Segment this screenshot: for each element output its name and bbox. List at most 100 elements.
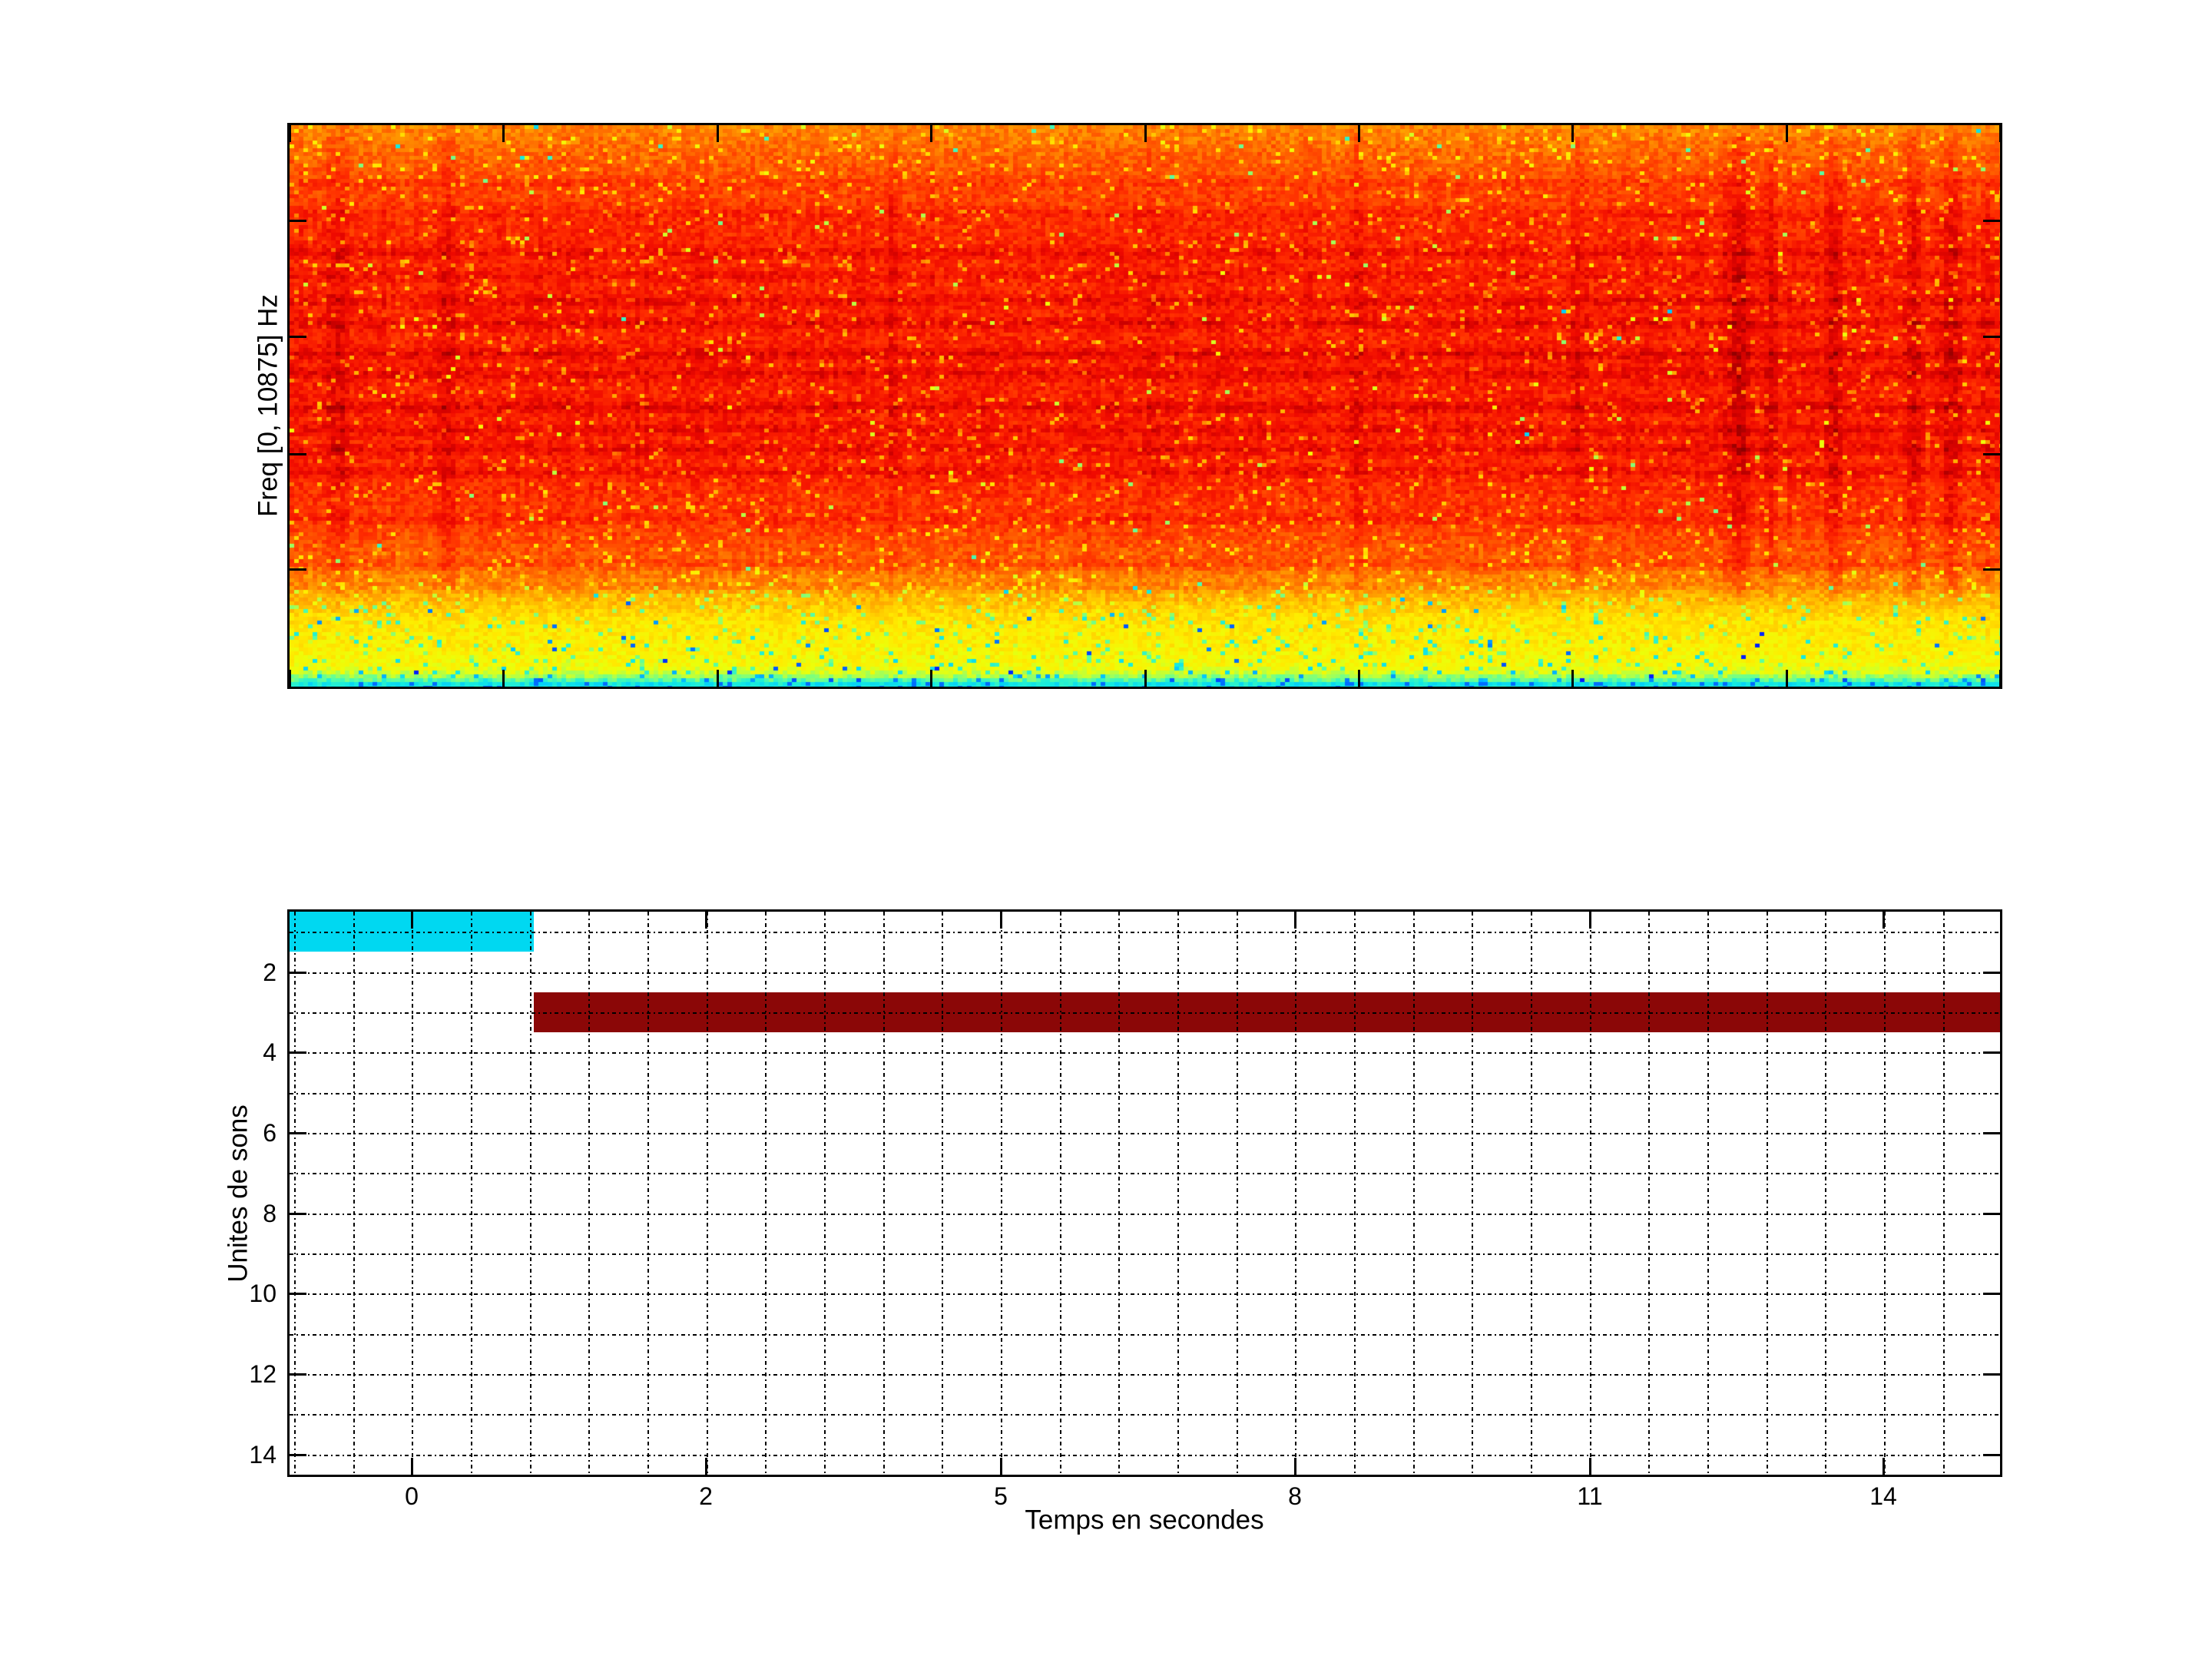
spectrogram-x-tick [1571,125,1574,142]
spectrogram-x-tick [1999,125,2002,142]
timeline-y-tick-label: 4 [263,1038,276,1066]
spectrogram-x-tick [502,125,505,142]
timeline-y-tick-label: 10 [249,1280,276,1307]
timeline-vertical-gridline [1118,912,1120,1475]
timeline-y-tick [1983,1373,2000,1376]
timeline-x-tick [1000,1458,1002,1475]
timeline-y-tick [1983,1132,2000,1134]
timeline-x-tick-label: 8 [1288,1482,1302,1510]
timeline-y-tick [290,972,306,974]
spectrogram-plot [287,123,2002,689]
spectrogram-canvas [290,125,2000,687]
timeline-y-tick [290,1132,306,1134]
timeline-vertical-gridline [1472,912,1473,1475]
timeline-vertical-gridline [707,912,708,1475]
spectrogram-x-tick [1786,670,1788,687]
timeline-vertical-gridline [1295,912,1296,1475]
timeline-x-tick [1294,912,1296,929]
spectrogram-y-tick [290,453,306,455]
timeline-vertical-gridline [1237,912,1238,1475]
timeline-vertical-gridline [294,912,296,1475]
timeline-x-tick [411,1458,413,1475]
timeline-y-tick [290,1373,306,1376]
timeline-vertical-gridline [1707,912,1709,1475]
timeline-y-tick [1983,1454,2000,1456]
timeline-y-tick [290,1454,306,1456]
timeline-vertical-gridline [765,912,767,1475]
timeline-x-tick-label: 5 [994,1482,1008,1510]
spectrogram-x-tick [930,125,932,142]
timeline-horizontal-gridline [290,1173,2000,1174]
timeline-vertical-gridline [412,912,413,1475]
timeline-y-tick-label: 12 [249,1360,276,1388]
spectrogram-y-tick [1983,220,2000,222]
spectrogram-x-tick [1144,125,1147,142]
timeline-horizontal-gridline [290,1374,2000,1376]
timeline-vertical-gridline [353,912,355,1475]
timeline-y-tick-label: 6 [263,1119,276,1147]
timeline-y-tick-label: 8 [263,1200,276,1227]
timeline-y-tick-label: 14 [249,1441,276,1469]
timeline-vertical-gridline [1177,912,1179,1475]
spectrogram-x-tick [289,125,291,142]
timeline-vertical-gridline [1648,912,1650,1475]
spectrogram-y-tick [290,220,306,222]
timeline-vertical-gridline [1767,912,1768,1475]
spectrogram-x-tick [1358,670,1360,687]
timeline-x-tick [1883,1458,1885,1475]
timeline-horizontal-gridline [290,1214,2000,1215]
timeline-vertical-gridline [471,912,472,1475]
timeline-horizontal-gridline [290,972,2000,974]
timeline-vertical-gridline [1413,912,1415,1475]
spectrogram-x-tick [289,670,291,687]
timeline-y-tick [290,1293,306,1295]
timeline-horizontal-gridline [290,1012,2000,1014]
spectrogram-x-tick [1999,670,2002,687]
timeline-plot [287,909,2002,1477]
spectrogram-y-tick [1983,568,2000,571]
timeline-horizontal-gridline [290,1334,2000,1336]
spectrogram-x-tick [1144,670,1147,687]
timeline-x-tick [705,912,707,929]
timeline-x-tick [1589,1458,1591,1475]
timeline-vertical-gridline [1531,912,1532,1475]
timeline-x-tick-label: 14 [1869,1482,1897,1510]
matlab-figure: Freq [0, 10875] Hz Unites de sons Temps … [0,0,2212,1659]
timeline-horizontal-gridline [290,1293,2000,1295]
timeline-x-tick [411,912,413,929]
timeline-vertical-gridline [1884,912,1886,1475]
timeline-vertical-gridline [942,912,943,1475]
timeline-x-tick [1883,912,1885,929]
timeline-y-tick [1983,1293,2000,1295]
spectrogram-x-tick [1571,670,1574,687]
timeline-vertical-gridline [1943,912,1945,1475]
timeline-horizontal-gridline [290,1133,2000,1134]
timeline-x-tick [1294,1458,1296,1475]
timeline-y-tick [1983,1051,2000,1054]
timeline-vertical-gridline [883,912,885,1475]
timeline-y-tick [1983,1213,2000,1215]
timeline-y-tick [290,1051,306,1054]
spectrogram-y-tick [290,568,306,571]
timeline-y-tick-label: 2 [263,959,276,986]
spectrogram-y-tick [1983,453,2000,455]
timeline-vertical-gridline [1001,912,1002,1475]
timeline-horizontal-gridline [290,1414,2000,1416]
spectrogram-x-tick [930,670,932,687]
timeline-horizontal-gridline [290,1052,2000,1054]
timeline-y-tick [1983,972,2000,974]
timeline-vertical-gridline [588,912,590,1475]
timeline-x-tick [705,1458,707,1475]
timeline-vertical-gridline [1354,912,1356,1475]
timeline-x-tick-label: 11 [1577,1482,1603,1510]
timeline-y-tick [290,1213,306,1215]
timeline-horizontal-gridline [290,1093,2000,1094]
timeline-x-tick [1589,912,1591,929]
timeline-x-tick [1000,912,1002,929]
spectrogram-x-tick [717,125,719,142]
timeline-vertical-gridline [1590,912,1591,1475]
timeline-horizontal-gridline [290,1455,2000,1456]
spectrogram-x-tick [717,670,719,687]
spectrogram-x-tick [1358,125,1360,142]
spectrogram-y-tick [290,336,306,338]
